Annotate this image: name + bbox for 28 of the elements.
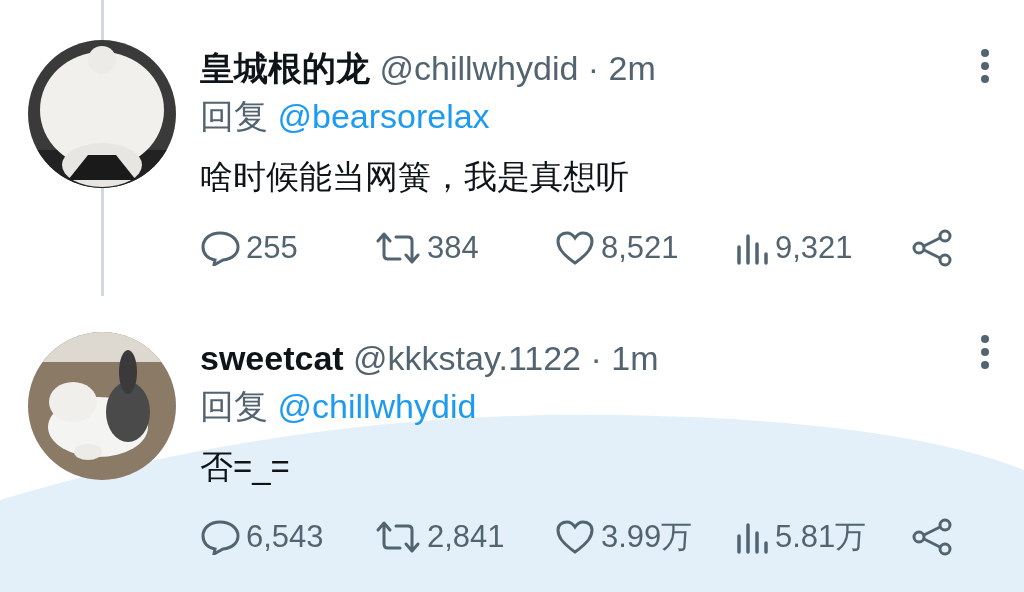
reply-label: 回复	[200, 97, 268, 135]
comment-icon	[200, 519, 240, 555]
more-icon[interactable]	[978, 334, 992, 370]
like-count: 8,521	[601, 230, 679, 266]
user-handle: @kkkstay.1122	[353, 339, 581, 377]
replie-count: 6,543	[246, 519, 324, 555]
post-time: · 1m	[590, 339, 659, 377]
user-name[interactable]: sweetcat	[200, 339, 344, 377]
reply-label: 回复	[200, 387, 268, 425]
heart-icon	[555, 230, 595, 266]
share-icon[interactable]	[910, 228, 954, 268]
retweet-icon	[375, 519, 421, 555]
user-name[interactable]: 皇城根的龙	[200, 49, 370, 87]
like-count: 3.99万	[601, 518, 693, 556]
more-icon[interactable]	[978, 48, 992, 84]
user-handle: @chillwhydid	[379, 49, 579, 87]
retweet-icon	[375, 230, 421, 266]
heart-icon	[555, 519, 595, 555]
view-count: 9,321	[775, 230, 853, 266]
retweet-count: 2,841	[427, 519, 505, 555]
comment-icon	[200, 230, 240, 266]
replie-count: 255	[246, 230, 298, 266]
view-count: 5.81万	[775, 518, 867, 556]
retweet-count: 384	[427, 230, 479, 266]
post-time: · 2m	[587, 49, 656, 87]
post-text: 啥时候能当网簧，我是真想听	[200, 157, 630, 197]
post-text: 否=_=	[200, 447, 291, 487]
share-icon[interactable]	[910, 517, 954, 557]
